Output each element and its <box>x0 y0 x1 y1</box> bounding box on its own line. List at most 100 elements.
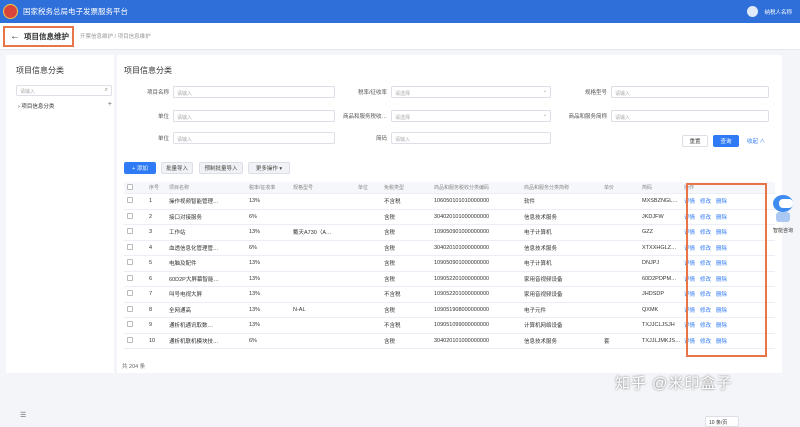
price-input[interactable]: 请输入 <box>173 132 335 144</box>
tax-rate-placeholder: 请选择 <box>395 90 411 97</box>
cell-item-name: 操作视频智能管理… <box>169 199 219 206</box>
smart-assistant-widget[interactable]: 智能咨询 <box>770 195 796 240</box>
detail-link[interactable]: 详情 <box>684 199 695 205</box>
table-row[interactable]: 7 叫号电视大屏 13% 不含税 109052201000000000 家用音视频设备 JH… <box>124 287 775 303</box>
tree-item-label[interactable]: 项目信息分类 <box>21 104 54 110</box>
search-icon[interactable]: ⌕ <box>105 87 108 94</box>
table-row[interactable]: 5 电脑及配件 13% 含税 109050901000000000 电子计算机 DNJPJ 详… <box>124 256 775 272</box>
delete-link[interactable]: 删除 <box>716 339 727 345</box>
tax-rate-select[interactable]: 请选择 ⌄ <box>391 86 551 98</box>
row-checkbox[interactable] <box>127 274 133 281</box>
delete-link[interactable]: 删除 <box>716 199 727 205</box>
add-button[interactable]: + 添加 <box>124 162 156 174</box>
header-category-abbr: 商品和服务分类简称 <box>524 185 570 191</box>
row-checkbox[interactable] <box>127 243 133 250</box>
table-row[interactable]: 1 操作视频智能管理… 13% 不含税 106050101010000000 软件 MXSB… <box>124 194 775 210</box>
service-abbr-input[interactable]: 请输入 <box>611 110 769 122</box>
row-checkbox[interactable] <box>127 259 133 266</box>
robot-icon[interactable] <box>773 195 793 212</box>
row-checkbox[interactable] <box>127 228 133 235</box>
edit-link[interactable]: 修改 <box>700 323 711 329</box>
detail-link[interactable]: 详情 <box>684 261 695 267</box>
back-button[interactable]: ← 项目信息维护 <box>3 26 74 47</box>
assistant-label[interactable]: 智能咨询 <box>766 227 800 234</box>
detail-link[interactable]: 详情 <box>684 339 695 345</box>
select-all-checkbox[interactable] <box>127 183 133 190</box>
collapse-filter-link[interactable]: 收起 ∧ <box>747 137 765 145</box>
cell-tax-type: 含税 <box>384 261 396 268</box>
detail-link[interactable]: 详情 <box>684 230 695 236</box>
delete-link[interactable]: 删除 <box>716 215 727 221</box>
unit-input[interactable]: 请输入 <box>173 110 335 122</box>
cell-price: 套 <box>604 338 610 345</box>
spec-model-input[interactable]: 请输入 <box>611 86 769 98</box>
item-name-input[interactable]: 请输入 <box>173 86 335 98</box>
query-button[interactable]: 查询 <box>713 135 739 147</box>
detail-link[interactable]: 详情 <box>684 292 695 298</box>
table-row[interactable]: 4 血透信息化管理管… 6% 含税 304020101000000000 信息技术服务 XT… <box>124 241 775 256</box>
cell-tax-code: 304020101000000000 <box>434 337 490 344</box>
cell-tax-rate: 13% <box>249 275 261 282</box>
detail-link[interactable]: 详情 <box>684 215 695 221</box>
table-row[interactable]: 10 通析机联机模块技… 6% 含税 304020101000000000 信息技术服务 套… <box>124 334 775 349</box>
detail-link[interactable]: 详情 <box>684 308 695 314</box>
cell-tax-code: 109051099000000000 <box>434 322 490 329</box>
row-checkbox[interactable] <box>127 290 133 297</box>
tree-expand-icon[interactable]: › <box>18 104 20 110</box>
row-checkbox[interactable] <box>127 197 133 204</box>
collapse-sidebar-icon[interactable]: ☰ <box>20 411 26 419</box>
table-row[interactable]: 6 60D2P大屏幕智能… 13% 含税 109052201000000000 家用音视频… <box>124 272 775 287</box>
batch-import-button[interactable]: 批量导入 <box>161 162 193 174</box>
row-checkbox[interactable] <box>127 336 133 343</box>
delete-link[interactable]: 删除 <box>716 277 727 283</box>
page-size-select[interactable]: 10 条/页 <box>705 416 739 427</box>
cell-item-name: 血透信息化管理管… <box>169 245 219 252</box>
chevron-down-icon: ⌄ <box>542 112 547 118</box>
edit-link[interactable]: 修改 <box>700 339 711 345</box>
cell-tax-code: 304020101000000000 <box>434 213 490 220</box>
edit-link[interactable]: 修改 <box>700 277 711 283</box>
reset-button[interactable]: 重置 <box>682 135 708 147</box>
edit-link[interactable]: 修改 <box>700 230 711 236</box>
detail-link[interactable]: 详情 <box>684 323 695 329</box>
row-checkbox-cell <box>124 212 146 221</box>
user-name[interactable]: 纳税人名称 <box>764 8 792 16</box>
table-row[interactable]: 3 工作站 13% 戴天A730（A… 含税 109050901000000000 电子计算… <box>124 225 775 241</box>
short-code-input[interactable]: 请输入 <box>391 132 551 144</box>
table-row[interactable]: 2 接口对接服务 6% 含税 304020101000000000 信息技术服务 JKDJF… <box>124 210 775 225</box>
edit-link[interactable]: 修改 <box>700 292 711 298</box>
user-avatar-icon[interactable] <box>747 6 758 17</box>
breadcrumb[interactable]: 开票信息维护 / 项目信息维护 <box>80 32 151 40</box>
delete-link[interactable]: 删除 <box>716 323 727 329</box>
delete-link[interactable]: 删除 <box>716 261 727 267</box>
edit-link[interactable]: 修改 <box>700 215 711 221</box>
back-arrow-icon[interactable]: ← <box>10 31 20 42</box>
cell-tax-rate: 13% <box>249 229 261 236</box>
row-checkbox[interactable] <box>127 305 133 312</box>
tax-code-select[interactable]: 请选择 ⌄ <box>391 110 551 122</box>
sidebar-search-input[interactable]: 请输入 ⌕ <box>16 85 112 96</box>
preset-import-button[interactable]: 预制批量导入 <box>199 162 243 174</box>
edit-link[interactable]: 修改 <box>700 246 711 252</box>
row-checkbox[interactable] <box>127 321 133 328</box>
cell-tax-rate: 6% <box>249 337 257 344</box>
total-count: 共 204 条 <box>122 364 146 370</box>
cell-short-code: XTXXHGLZ… <box>642 244 677 251</box>
detail-link[interactable]: 详情 <box>684 277 695 283</box>
delete-link[interactable]: 删除 <box>716 246 727 252</box>
edit-link[interactable]: 修改 <box>700 308 711 314</box>
main-panel: 项目信息分类 项目名称 请输入 税率/征收率 请选择 ⌄ 规格型号 请输入 单位 … <box>117 55 782 427</box>
edit-link[interactable]: 修改 <box>700 261 711 267</box>
delete-link[interactable]: 删除 <box>716 230 727 236</box>
table-row[interactable]: 9 通析机通讯取数… 13% 不含税 109051099000000000 计算机网络设备… <box>124 318 775 334</box>
cell-short-code: DNJPJ <box>642 260 660 267</box>
row-checkbox[interactable] <box>127 212 133 219</box>
delete-link[interactable]: 删除 <box>716 308 727 314</box>
edit-link[interactable]: 修改 <box>700 199 711 205</box>
table-row[interactable]: 8 全网通高 13% N-AL 含税 109051908000000000 电子元件 QXMK… <box>124 303 775 318</box>
more-actions-button[interactable]: 更多操作 ▾ <box>248 162 290 174</box>
delete-link[interactable]: 删除 <box>716 292 727 298</box>
form-title: 项目信息分类 <box>124 66 172 75</box>
add-category-icon[interactable]: + <box>108 101 112 108</box>
detail-link[interactable]: 详情 <box>684 246 695 252</box>
